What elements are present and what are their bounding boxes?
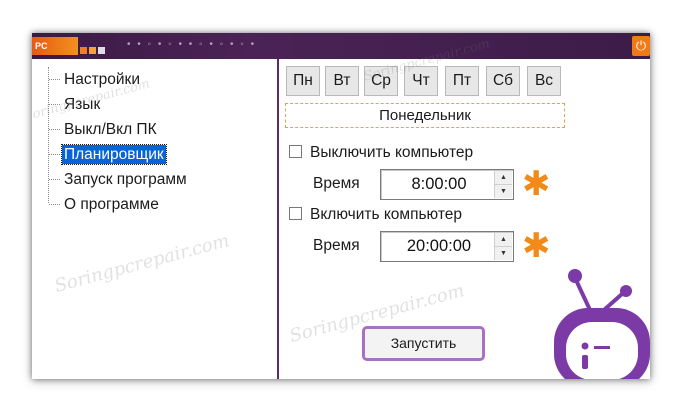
app-window: PC • • ◦ • ◦ • • ◦ • ◦ • ◦ • ⏻ Настройки… (32, 33, 650, 379)
sidebar-item-launch-programs[interactable]: Запуск программ (49, 167, 189, 192)
shutdown-checkbox-label: Выключить компьютер (310, 144, 474, 161)
sidebar-item-about[interactable]: О программе (49, 192, 189, 217)
startup-checkbox-row[interactable]: Включить компьютер (289, 205, 462, 225)
sidebar-item-label: О программе (64, 196, 159, 213)
shutdown-checkbox[interactable] (289, 145, 302, 158)
sidebar-item-power[interactable]: Выкл/Вкл ПК (49, 117, 189, 142)
sidebar-item-label: Выкл/Вкл ПК (64, 121, 157, 138)
app-logo: PC (32, 37, 78, 55)
scheduler-panel: Пн Вт Ср Чт Пт Сб Вс Понедельник Выключи… (279, 59, 650, 379)
sidebar-item-language[interactable]: Язык (49, 92, 189, 117)
startup-checkbox-label: Включить компьютер (310, 206, 462, 223)
day-button-mon[interactable]: Пн (286, 66, 320, 96)
startup-time-field[interactable]: 20:00:00 ▲ ▼ (380, 231, 514, 262)
shutdown-time-label: Время (313, 175, 360, 192)
sidebar-item-label: Планировщик (61, 144, 167, 165)
asterisk-icon: ✱ (522, 227, 551, 265)
day-button-fri[interactable]: Пт (445, 66, 479, 96)
start-button[interactable]: Запустить (362, 326, 485, 361)
sidebar-item-settings[interactable]: Настройки (49, 67, 189, 92)
selected-day-label: Понедельник (285, 103, 565, 128)
day-button-sun[interactable]: Вс (527, 66, 561, 96)
shutdown-time-input[interactable]: 8:00:00 (385, 170, 493, 199)
shutdown-time-spinner[interactable]: ▲ ▼ (494, 171, 512, 198)
tv-mascot-icon (554, 269, 650, 379)
asterisk-icon: ✱ (522, 165, 551, 203)
day-button-wed[interactable]: Ср (364, 66, 398, 96)
startup-time-spinner[interactable]: ▲ ▼ (494, 233, 512, 260)
day-button-sat[interactable]: Сб (486, 66, 520, 96)
logo-text: PC (35, 41, 48, 51)
spin-down-icon[interactable]: ▼ (495, 247, 512, 260)
spin-up-icon[interactable]: ▲ (495, 233, 512, 247)
sidebar-item-label: Язык (64, 96, 101, 113)
nav-tree: Настройки Язык Выкл/Вкл ПК Планировщик З… (48, 67, 189, 213)
power-icon[interactable]: ⏻ (632, 36, 650, 56)
shutdown-checkbox-row[interactable]: Выключить компьютер (289, 143, 473, 163)
sidebar-item-label: Запуск программ (64, 171, 187, 188)
startup-time-label: Время (313, 237, 360, 254)
sidebar-item-label: Настройки (64, 71, 141, 88)
startup-time-input[interactable]: 20:00:00 (385, 232, 493, 261)
titlebar-decoration: • • ◦ • ◦ • • ◦ • ◦ • ◦ • (127, 39, 257, 50)
spin-down-icon[interactable]: ▼ (495, 185, 512, 198)
spin-up-icon[interactable]: ▲ (495, 171, 512, 185)
sidebar-item-scheduler[interactable]: Планировщик (49, 142, 189, 167)
shutdown-time-field[interactable]: 8:00:00 ▲ ▼ (380, 169, 514, 200)
logo-blocks (80, 41, 107, 59)
titlebar: PC • • ◦ • ◦ • • ◦ • ◦ • ◦ • ⏻ (32, 33, 650, 59)
sidebar: Настройки Язык Выкл/Вкл ПК Планировщик З… (32, 59, 279, 379)
day-button-thu[interactable]: Чт (404, 66, 438, 96)
startup-checkbox[interactable] (289, 207, 302, 220)
day-button-tue[interactable]: Вт (325, 66, 359, 96)
